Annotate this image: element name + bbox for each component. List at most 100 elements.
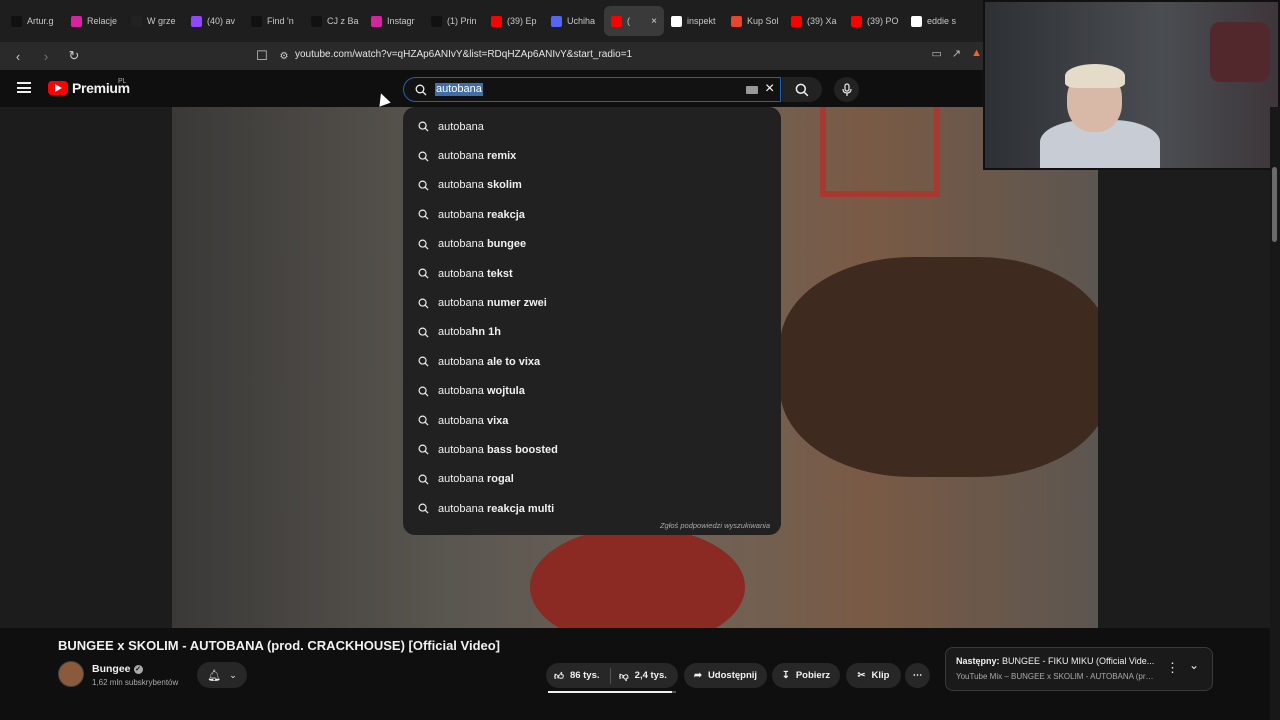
cast-icon[interactable]: ▭ — [931, 47, 941, 60]
browser-tab[interactable]: Instagr — [364, 6, 424, 36]
menu-icon[interactable] — [17, 82, 31, 93]
notification-button[interactable]: 🔔︎ ⌄ — [197, 662, 247, 688]
share-page-icon[interactable]: ↗ — [952, 47, 961, 60]
search-query-text: autobana — [435, 83, 483, 96]
close-tab-icon[interactable]: × — [651, 16, 657, 27]
browser-tab[interactable]: CJ z Ba — [304, 6, 364, 36]
like-dislike-group: 👍︎ 86 tys. 👎︎ 2,4 tys. — [546, 663, 678, 688]
search-icon — [418, 268, 429, 279]
search-icon — [418, 239, 429, 250]
share-icon: ➦ — [693, 670, 702, 681]
tab-label: (40) av — [207, 16, 236, 26]
browser-tab[interactable]: (1) Prin — [424, 6, 484, 36]
browser-tab[interactable]: (× — [604, 6, 664, 36]
browser-tab[interactable]: Uchiha — [544, 6, 604, 36]
tab-label: (39) PO — [867, 16, 899, 26]
google-icon — [671, 15, 682, 27]
browser-tab[interactable]: inspekt — [664, 6, 724, 36]
region-label: PL — [118, 78, 127, 85]
more-actions-button[interactable]: ⋯ — [905, 663, 930, 688]
browser-tab[interactable]: (39) PO — [844, 6, 904, 36]
suggestion-prefix: autobana — [438, 179, 484, 192]
youtube-icon — [611, 15, 622, 27]
browser-tab[interactable]: Artur.g — [4, 6, 64, 36]
suggestion-item[interactable]: autobana — [403, 112, 781, 141]
thumbs-up-icon: 👍︎ — [554, 670, 564, 682]
site-settings-icon[interactable]: ⚙ — [274, 46, 294, 66]
suggestion-item[interactable]: autobana ale to vixa — [403, 347, 781, 376]
reload-icon[interactable]: ↻ — [64, 46, 84, 66]
search-button[interactable] — [782, 77, 822, 102]
brave-shield-icon[interactable]: ▲ — [971, 47, 982, 60]
bookmark-icon[interactable]: ☐ — [252, 46, 272, 66]
suggestion-item[interactable]: autobana wojtula — [403, 377, 781, 406]
tab-label: Uchiha — [567, 16, 596, 26]
suggestion-completion: skolim — [483, 179, 522, 192]
page-scrollbar[interactable] — [1270, 107, 1280, 720]
suggestion-item[interactable]: autobana remix — [403, 141, 781, 170]
suggestion-item[interactable]: autobana tekst — [403, 259, 781, 288]
suggestion-completion: hn 1h — [471, 326, 501, 339]
more-vert-icon[interactable]: ⋮ — [1166, 660, 1179, 676]
suggestion-item[interactable]: autobana numer zwei — [403, 288, 781, 317]
browser-tab[interactable]: (39) Ep — [484, 6, 544, 36]
suggestion-completion: remix — [483, 150, 517, 163]
clear-search-icon[interactable]: × — [765, 80, 774, 98]
suggestion-prefix: autobana — [438, 238, 484, 251]
browser-tab[interactable]: Kup Sol — [724, 6, 784, 36]
up-next-card[interactable]: Następny: BUNGEE - FIKU MIKU (Official V… — [945, 647, 1213, 691]
tiktok-icon — [11, 15, 22, 27]
like-ratio-bar — [548, 691, 676, 693]
suggestion-item[interactable]: autobana reakcja multi — [403, 494, 781, 523]
tab-label: Kup Sol — [747, 16, 779, 26]
download-button[interactable]: ↧ Pobierz — [772, 663, 840, 688]
url-field[interactable]: youtube.com/watch?v=qHZAp6ANIvY&list=RDq… — [295, 49, 632, 60]
browser-tab[interactable]: Relacje — [64, 6, 124, 36]
forward-icon[interactable]: › — [36, 46, 56, 66]
verified-icon: ✓ — [133, 664, 143, 674]
tab-label: ( — [627, 16, 630, 26]
channel-name[interactable]: Bungee ✓ — [92, 663, 143, 675]
suggestion-item[interactable]: autobana rogal — [403, 465, 781, 494]
suggestion-prefix: autobana — [438, 267, 484, 280]
video-title: BUNGEE x SKOLIM - AUTOBANA (prod. CRACKH… — [58, 638, 501, 653]
more-icon: ⋯ — [912, 670, 923, 681]
suggestion-completion: ale to vixa — [483, 355, 541, 368]
suggestion-item[interactable]: autobana reakcja — [403, 200, 781, 229]
chevron-down-icon[interactable]: ⌄ — [1189, 658, 1199, 672]
browser-tab[interactable]: eddie s — [904, 6, 964, 36]
report-suggestions-link[interactable]: Zgłoś podpowiedzi wyszukiwania — [660, 521, 770, 530]
suggestion-item[interactable]: autobana skolim — [403, 171, 781, 200]
instagram-icon — [371, 15, 382, 27]
channel-avatar[interactable] — [58, 661, 84, 687]
search-icon — [418, 121, 429, 132]
youtube-icon — [491, 15, 502, 27]
tab-label: Relacje — [87, 16, 118, 26]
x-icon — [431, 15, 442, 27]
search-icon — [418, 503, 429, 514]
scissors-icon: ✂ — [857, 670, 866, 681]
suggestion-item[interactable]: autobahn 1h — [403, 318, 781, 347]
suggestion-item[interactable]: autobana vixa — [403, 406, 781, 435]
tab-label: CJ z Ba — [327, 16, 359, 26]
dislike-button[interactable]: 👎︎ 2,4 tys. — [611, 663, 677, 688]
like-button[interactable]: 👍︎ 86 tys. — [546, 663, 610, 688]
browser-tab[interactable]: W grze — [124, 6, 184, 36]
suggestion-item[interactable]: autobana bungee — [403, 230, 781, 259]
up-next-subtitle: YouTube Mix – BUNGEE x SKOLIM - AUTOBANA… — [956, 672, 1156, 681]
back-icon[interactable]: ‹ — [8, 46, 28, 66]
voice-search-button[interactable] — [834, 77, 859, 102]
browser-tab[interactable]: (39) Xa — [784, 6, 844, 36]
share-button[interactable]: ➦ Udostępnij — [684, 663, 767, 688]
up-next-label: Następny: — [956, 656, 1000, 666]
clip-button[interactable]: ✂ Klip — [846, 663, 901, 688]
keyboard-icon[interactable] — [746, 86, 758, 94]
suggestion-completion: reakcja — [483, 208, 525, 221]
discord-icon — [551, 15, 562, 27]
subscriber-count: 1,62 mln subskrybentów — [92, 678, 179, 687]
up-next-title: BUNGEE - FIKU MIKU (Official Vide... — [1002, 656, 1155, 666]
browser-tab[interactable]: Find 'n — [244, 6, 304, 36]
browser-tab[interactable]: (40) av — [184, 6, 244, 36]
search-input[interactable]: autobana × — [403, 77, 781, 102]
suggestion-item[interactable]: autobana bass boosted — [403, 435, 781, 464]
